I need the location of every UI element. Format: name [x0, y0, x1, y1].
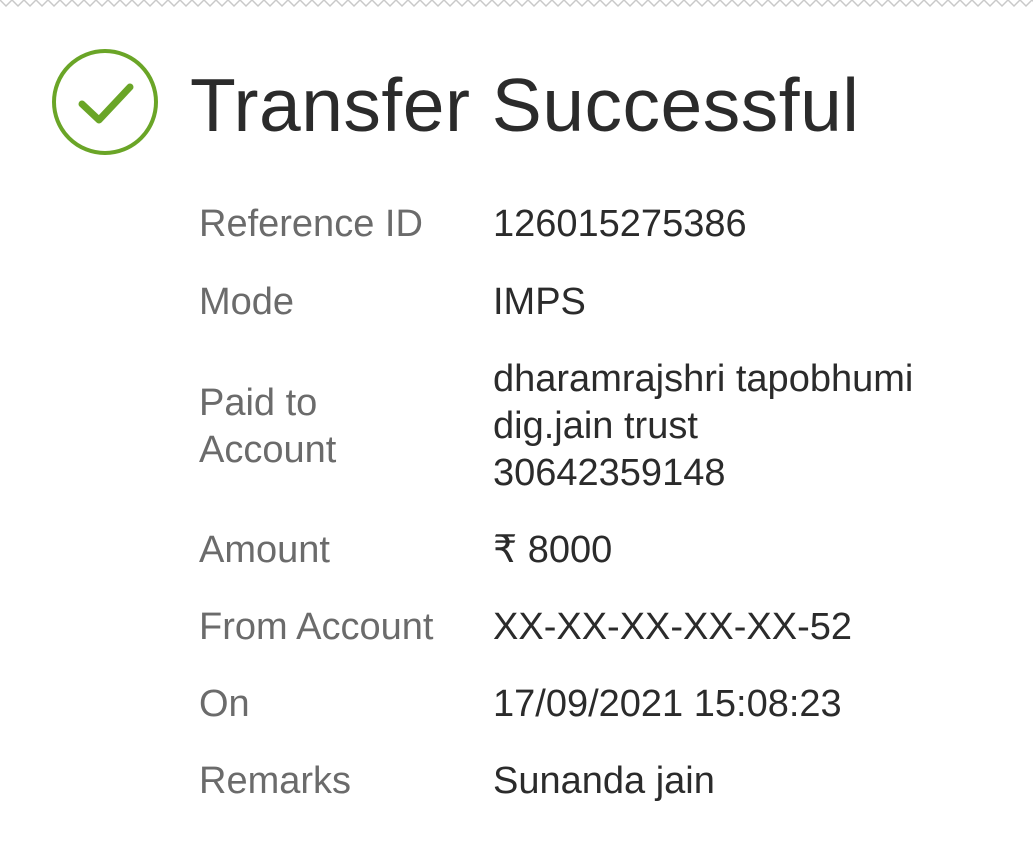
from-account-label: From Account [199, 606, 434, 648]
remarks-value: Sunanda jain [493, 760, 715, 802]
reference-id-value: 126015275386 [493, 203, 747, 245]
from-account-value: XX-XX-XX-XX-XX-52 [493, 606, 852, 648]
amount-value: ₹ 8000 [493, 529, 613, 571]
paid-to-label-line2: Account [199, 429, 337, 471]
receipt-zigzag-edge [0, 0, 1033, 10]
reference-id-label: Reference ID [199, 203, 423, 245]
mode-value: IMPS [493, 281, 586, 323]
remarks-label: Remarks [199, 760, 352, 802]
paid-to-account-name-cont: dig.jain trust [493, 405, 698, 447]
check-circle-icon [52, 49, 158, 155]
page-title: Transfer Successful [190, 63, 860, 147]
mode-label: Mode [199, 281, 295, 323]
paid-to-label-line1: Paid to [199, 382, 318, 424]
paid-to-account-name: dharamrajshri tapobhumi [493, 358, 914, 400]
on-value: 17/09/2021 15:08:23 [493, 683, 842, 725]
on-label: On [199, 683, 250, 725]
paid-to-label: Paid to Account [199, 380, 479, 474]
amount-label: Amount [199, 529, 330, 571]
paid-to-value: dharamrajshri tapobhumi dig.jain trust 3… [493, 356, 973, 497]
paid-to-account-number: 30642359148 [493, 452, 726, 494]
